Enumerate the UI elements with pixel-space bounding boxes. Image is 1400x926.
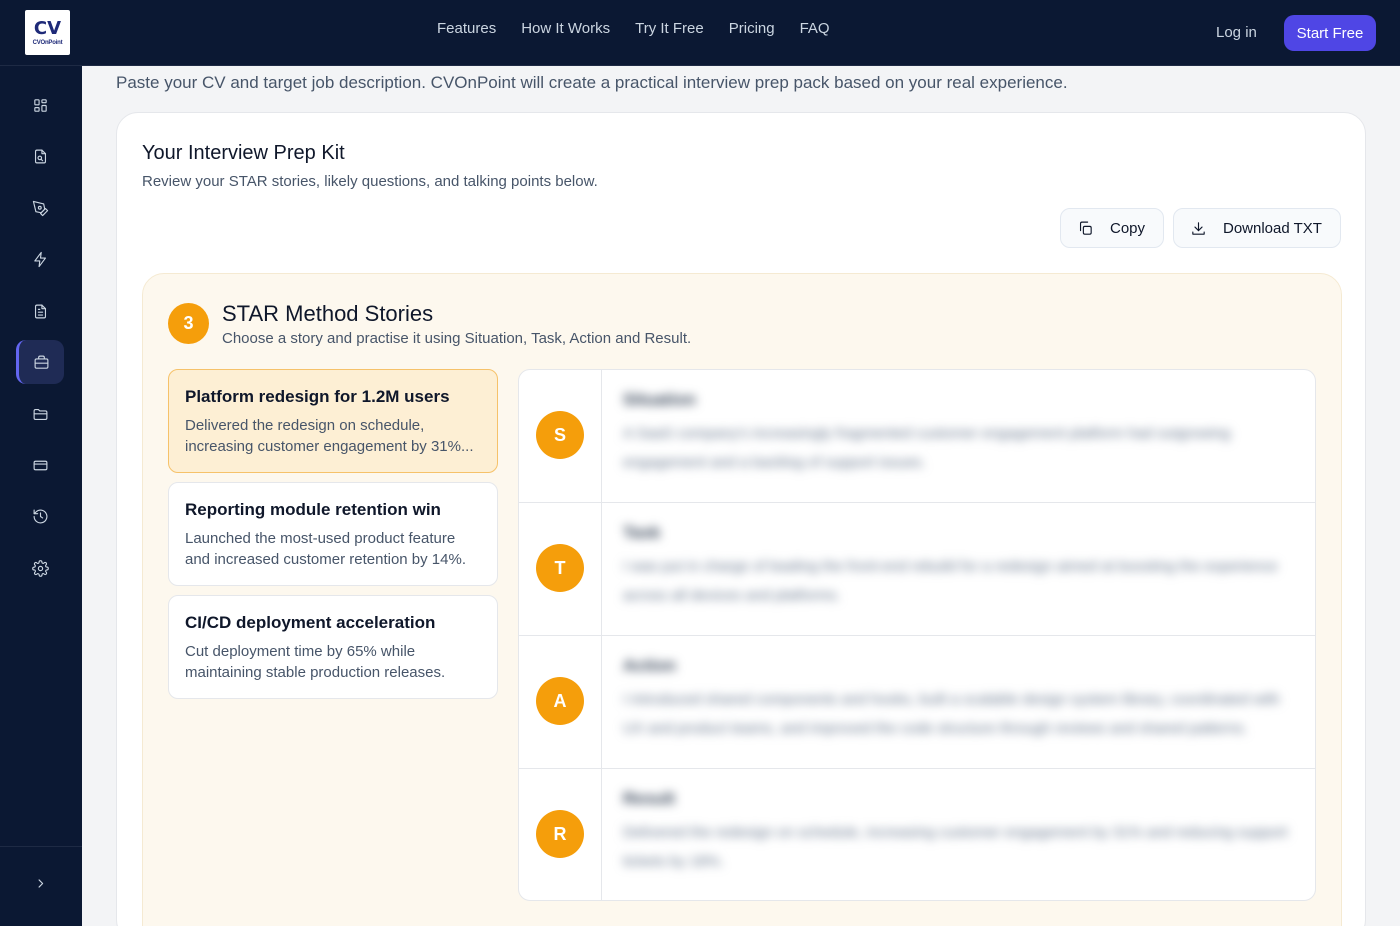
sidebar-expand-button[interactable] [16, 861, 64, 905]
star-step-task: T Task I was put in charge of leading th… [519, 503, 1315, 636]
page-intro: Paste your CV and target job description… [116, 73, 1068, 92]
logo-text: CVOnPoint [32, 39, 63, 46]
sidebar-item-history[interactable] [16, 494, 64, 538]
copy-button[interactable]: Copy [1060, 208, 1164, 248]
history-icon [33, 509, 47, 523]
nav-link-try-it-free[interactable]: Try It Free [635, 20, 704, 37]
sidebar [0, 66, 82, 926]
credit-card-icon [33, 460, 47, 470]
pen-tool-icon [32, 200, 48, 216]
nav-link-features[interactable]: Features [437, 20, 496, 37]
settings-icon [31, 559, 49, 577]
top-navbar: CV CVOnPoint Features How It Works Try I… [0, 0, 1400, 66]
story-title: Reporting module retention win [185, 500, 441, 519]
story-title: Platform redesign for 1.2M users [185, 387, 450, 406]
interview-prep-kit-card: Your Interview Prep Kit Review your STAR… [116, 112, 1366, 926]
step-content-blurred: Action I introduced shared components an… [623, 656, 1293, 743]
file-text-icon [34, 304, 46, 318]
star-step-result: R Result Delivered the redesign on sched… [519, 769, 1315, 900]
step-letter-badge: T [536, 544, 584, 592]
step-label: Situation [623, 390, 696, 409]
step-text: A SaaS company's increasingly fragmented… [623, 425, 1231, 471]
star-column-divider [601, 370, 602, 900]
step-content-blurred: Result Delivered the redesign on schedul… [623, 789, 1293, 876]
story-title: CI/CD deployment acceleration [185, 613, 436, 632]
download-label: Download TXT [1223, 219, 1322, 237]
download-txt-button[interactable]: Download TXT [1173, 208, 1341, 248]
section-number-badge: 3 [168, 303, 209, 344]
step-label: Task [623, 523, 661, 542]
sidebar-item-documents[interactable] [16, 392, 64, 436]
lightning-icon [33, 251, 46, 267]
login-link[interactable]: Log in [1216, 24, 1257, 41]
story-description: Cut deployment time by 65% while maintai… [185, 643, 446, 681]
dashboard-icon [33, 98, 47, 112]
nav-link-how-it-works[interactable]: How It Works [521, 20, 610, 37]
star-step-action: A Action I introduced shared components … [519, 636, 1315, 769]
story-card[interactable]: Reporting module retention win Launched … [168, 482, 498, 586]
nav-link-faq[interactable]: FAQ [800, 20, 830, 37]
step-letter-badge: A [536, 677, 584, 725]
sidebar-item-billing[interactable] [16, 443, 64, 487]
section-title: STAR Method Stories [222, 301, 434, 326]
sidebar-item-quick-tools[interactable] [16, 237, 64, 281]
download-icon [1192, 221, 1205, 235]
logo-mark: CV [33, 17, 62, 39]
star-breakdown-panel: S Situation A SaaS company's increasingl… [518, 369, 1316, 901]
section-subtitle: Choose a story and practise it using Sit… [222, 330, 692, 347]
step-letter-badge: S [536, 411, 584, 459]
sidebar-item-dashboard[interactable] [16, 83, 64, 127]
folder-icon [33, 408, 47, 420]
copy-label: Copy [1110, 219, 1146, 237]
star-stories-section: 3 STAR Method Stories Choose a story and… [142, 273, 1342, 926]
step-text: Delivered the redesign on schedule, incr… [623, 824, 1288, 870]
sidebar-item-cover-letter[interactable] [16, 289, 64, 333]
kit-title: Your Interview Prep Kit [142, 142, 345, 164]
sidebar-item-interview-prep[interactable] [16, 340, 64, 384]
story-description: Launched the most-used product feature a… [185, 530, 466, 568]
copy-icon [1079, 221, 1092, 235]
sidebar-divider [0, 846, 82, 847]
briefcase-icon [34, 355, 49, 369]
start-free-button[interactable]: Start Free [1284, 15, 1376, 51]
kit-subtitle: Review your STAR stories, likely questio… [142, 173, 598, 190]
sidebar-item-cv-writer[interactable] [16, 186, 64, 230]
sidebar-item-settings[interactable] [16, 546, 64, 590]
nav-link-pricing[interactable]: Pricing [729, 20, 775, 37]
step-label: Action [623, 656, 676, 675]
step-text: I was put in charge of leading the front… [623, 558, 1278, 604]
story-description: Delivered the redesign on schedule, incr… [185, 417, 474, 455]
step-label: Result [623, 789, 675, 808]
cvonpoint-logo[interactable]: CV CVOnPoint [25, 10, 70, 55]
step-content-blurred: Situation A SaaS company's increasingly … [623, 390, 1293, 477]
story-card-selected[interactable]: Platform redesign for 1.2M users Deliver… [168, 369, 498, 473]
document-search-icon [34, 149, 46, 163]
star-step-situation: S Situation A SaaS company's increasingl… [519, 370, 1315, 503]
sidebar-item-cv-analysis[interactable] [16, 134, 64, 178]
nav-links: Features How It Works Try It Free Pricin… [437, 20, 855, 37]
step-text: I introduced shared components and hooks… [623, 691, 1280, 737]
chevron-right-icon [38, 878, 43, 888]
story-card[interactable]: CI/CD deployment acceleration Cut deploy… [168, 595, 498, 699]
step-letter-badge: R [536, 810, 584, 858]
step-content-blurred: Task I was put in charge of leading the … [623, 523, 1293, 610]
